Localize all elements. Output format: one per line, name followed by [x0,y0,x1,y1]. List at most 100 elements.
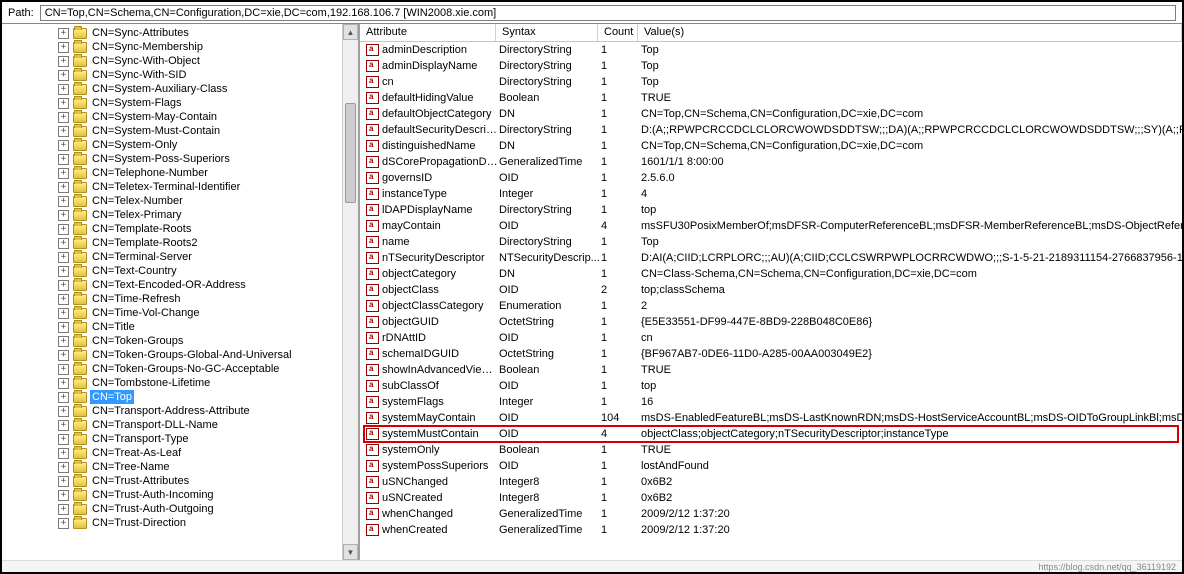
tree-node[interactable]: + CN=System-Poss-Superiors [8,152,358,166]
tree-label[interactable]: CN=System-Poss-Superiors [90,152,232,166]
header-count[interactable]: Count [598,24,638,41]
tree-node[interactable]: +CN=Sync-Attributes [8,26,358,40]
tree-node[interactable]: +CN=Trust-Auth-Incoming [8,488,358,502]
tree-label[interactable]: CN=Template-Roots [90,222,193,236]
table-row[interactable]: uSNChangedInteger810x6B2 [360,474,1182,490]
tree-node[interactable]: +CN=Sync-With-Object [8,54,358,68]
expand-icon[interactable]: + [58,126,69,137]
schema-tree[interactable]: +CN=Sync-Attributes+CN=Sync-Membership+C… [2,24,358,532]
tree-label[interactable]: CN=Text-Country [90,264,179,278]
tree-node[interactable]: +CN=Telex-Primary [8,208,358,222]
scroll-thumb[interactable] [345,103,356,203]
expand-icon[interactable]: + [58,490,69,501]
tree-label[interactable]: CN=Token-Groups-No-GC-Acceptable [90,362,281,376]
attribute-rows[interactable]: adminDescriptionDirectoryString1Topadmin… [360,42,1182,560]
tree-label[interactable]: CN=Terminal-Server [90,250,194,264]
tree-node[interactable]: +CN=Token-Groups [8,334,358,348]
tree-label[interactable]: CN=Trust-Direction [90,516,188,530]
expand-icon[interactable]: + [58,364,69,375]
tree-node[interactable]: +CN=Trust-Auth-Outgoing [8,502,358,516]
table-row[interactable]: defaultObjectCategoryDN1CN=Top,CN=Schema… [360,106,1182,122]
tree-label[interactable]: CN=Template-Roots2 [90,236,199,250]
tree-node[interactable]: +CN=Tree-Name [8,460,358,474]
expand-icon[interactable]: + [58,42,69,53]
tree-label[interactable]: CN=Treat-As-Leaf [90,446,183,460]
tree-node[interactable]: + CN=System-Auxiliary-Class [8,82,358,96]
table-row[interactable]: cnDirectoryString1Top [360,74,1182,90]
tree-node[interactable]: +CN=Telex-Number [8,194,358,208]
tree-label[interactable]: CN=Sync-Attributes [90,26,191,40]
table-row[interactable]: nameDirectoryString1Top [360,234,1182,250]
tree-node[interactable]: +CN=Sync-With-SID [8,68,358,82]
tree-label[interactable]: CN=Token-Groups-Global-And-Universal [90,348,294,362]
expand-icon[interactable]: + [58,322,69,333]
tree-label[interactable]: CN=Teletex-Terminal-Identifier [90,180,242,194]
expand-icon[interactable]: + [58,266,69,277]
expand-icon[interactable]: + [58,98,69,109]
expand-icon[interactable]: + [58,420,69,431]
tree-node[interactable]: +CN=System-Flags [8,96,358,110]
tree-label[interactable]: CN=Token-Groups [90,334,185,348]
table-row[interactable]: nTSecurityDescriptorNTSecurityDescrip...… [360,250,1182,266]
table-row[interactable]: systemOnlyBoolean1TRUE [360,442,1182,458]
expand-icon[interactable]: + [58,252,69,263]
table-row[interactable]: objectClassOID2top;classSchema [360,282,1182,298]
tree-label[interactable]: CN=Sync-With-SID [90,68,188,82]
expand-icon[interactable]: + [58,112,69,123]
tree-node[interactable]: + CN=Template-Roots2 [8,236,358,250]
expand-icon[interactable]: + [58,182,69,193]
table-row[interactable]: showInAdvancedViewOnlyBoolean1TRUE [360,362,1182,378]
table-header[interactable]: Attribute Syntax Count Value(s) [360,24,1182,42]
tree-label[interactable]: CN=Text-Encoded-OR-Address [90,278,248,292]
table-row[interactable]: adminDisplayNameDirectoryString1Top [360,58,1182,74]
tree-node[interactable]: +CN=Time-Refresh [8,292,358,306]
tree-node[interactable]: +CN=Transport-Type [8,432,358,446]
tree-label[interactable]: CN=Transport-DLL-Name [90,418,220,432]
table-row[interactable]: systemPossSuperiorsOID1lostAndFound [360,458,1182,474]
table-row[interactable]: adminDescriptionDirectoryString1Top [360,42,1182,58]
expand-icon[interactable]: + [58,238,69,249]
tree-label[interactable]: CN=Telephone-Number [90,166,210,180]
tree-node[interactable]: + CN=Text-Country [8,264,358,278]
tree-label[interactable]: CN=Time-Vol-Change [90,306,202,320]
table-row[interactable]: objectCategoryDN1CN=Class-Schema,CN=Sche… [360,266,1182,282]
expand-icon[interactable]: + [58,84,69,95]
tree-node[interactable]: +CN=Transport-Address-Attribute [8,404,358,418]
table-row[interactable]: distinguishedNameDN1CN=Top,CN=Schema,CN=… [360,138,1182,154]
table-row[interactable]: whenCreatedGeneralizedTime12009/2/12 1:3… [360,522,1182,538]
tree-label[interactable]: CN=Title [90,320,137,334]
expand-icon[interactable]: + [58,196,69,207]
tree-label[interactable]: CN=Time-Refresh [90,292,183,306]
tree-node[interactable]: + CN=Transport-DLL-Name [8,418,358,432]
expand-icon[interactable]: + [58,308,69,319]
table-row[interactable]: dSCorePropagationDataGeneralizedTime1160… [360,154,1182,170]
expand-icon[interactable]: + [58,210,69,221]
tree-scrollbar[interactable]: ▲ ▼ [342,24,358,560]
tree-label[interactable]: CN=Trust-Attributes [90,474,191,488]
tree-node[interactable]: +CN=Top [8,390,358,404]
expand-icon[interactable]: + [58,392,69,403]
tree-node[interactable]: +CN=Token-Groups-Global-And-Universal [8,348,358,362]
header-values[interactable]: Value(s) [638,24,1182,41]
tree-label[interactable]: CN=Tombstone-Lifetime [90,376,212,390]
expand-icon[interactable]: + [58,56,69,67]
tree-label[interactable]: CN=Sync-Membership [90,40,205,54]
expand-icon[interactable]: + [58,518,69,529]
expand-icon[interactable]: + [58,154,69,165]
table-row[interactable]: systemMustContainOID4objectClass;objectC… [360,426,1182,442]
tree-node[interactable]: + CN=Sync-Membership [8,40,358,54]
tree-label[interactable]: CN=System-Auxiliary-Class [90,82,229,96]
table-row[interactable]: objectClassCategoryEnumeration12 [360,298,1182,314]
table-row[interactable]: systemMayContainOID104msDS-EnabledFeatur… [360,410,1182,426]
tree-node[interactable]: + CN=Teletex-Terminal-Identifier [8,180,358,194]
header-syntax[interactable]: Syntax [496,24,598,41]
table-row[interactable]: subClassOfOID1top [360,378,1182,394]
table-row[interactable]: uSNCreatedInteger810x6B2 [360,490,1182,506]
tree-node[interactable]: +CN=Telephone-Number [8,166,358,180]
expand-icon[interactable]: + [58,476,69,487]
table-row[interactable]: objectGUIDOctetString1{E5E33551-DF99-447… [360,314,1182,330]
expand-icon[interactable]: + [58,140,69,151]
tree-node[interactable]: + CN=Token-Groups-No-GC-Acceptable [8,362,358,376]
table-row[interactable]: lDAPDisplayNameDirectoryString1top [360,202,1182,218]
tree-node[interactable]: + CN=Trust-Direction [8,516,358,530]
